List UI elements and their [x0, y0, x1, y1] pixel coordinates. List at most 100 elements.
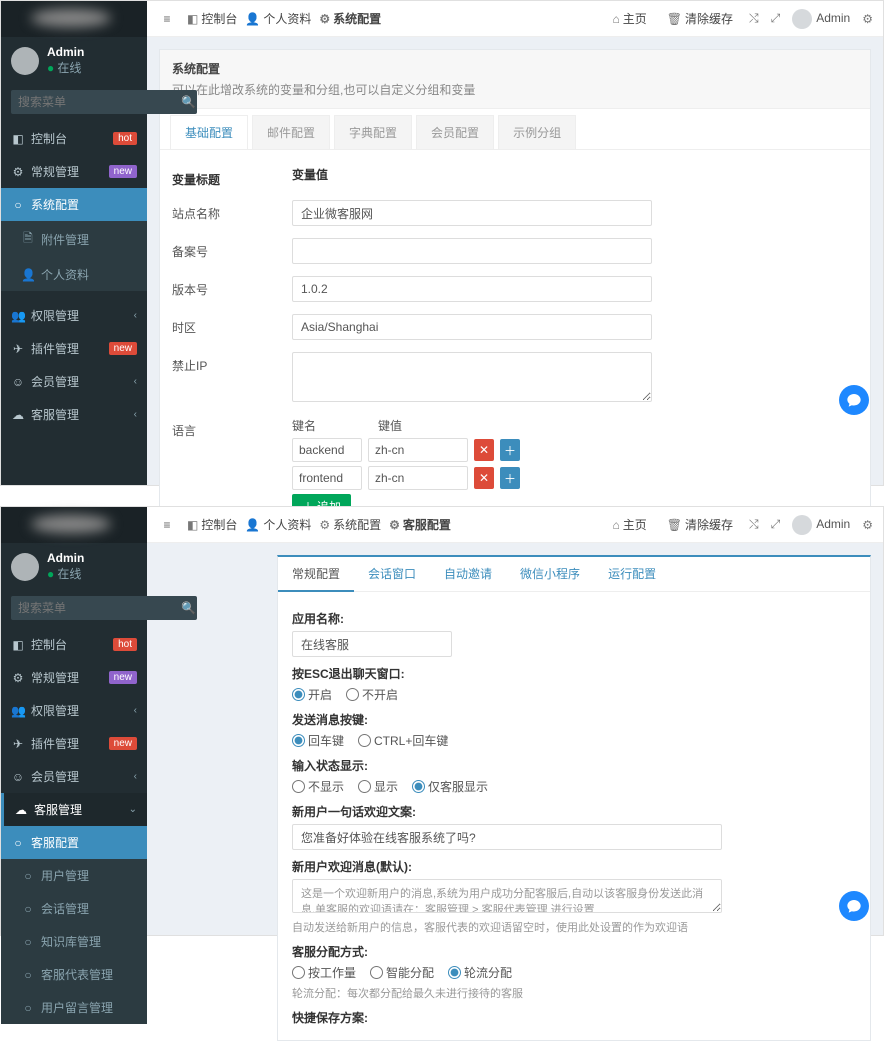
radio-esc-off[interactable]: 不开启: [346, 686, 398, 703]
avatar-icon: [792, 9, 812, 29]
tab-basic[interactable]: 基础配置: [170, 115, 248, 149]
input-welcome2[interactable]: 这是一个欢迎新用户的消息,系统为用户成功分配客服后,自动以该客服身份发送此消息.…: [292, 879, 722, 913]
add-button[interactable]: ＋: [500, 467, 520, 489]
settings-icon[interactable]: ⚙: [862, 518, 873, 532]
sidebar-item-proxy[interactable]: ○客服代表管理: [1, 958, 147, 991]
sidebar-item-attach[interactable]: 🗎附件管理: [1, 221, 147, 258]
settings-icon[interactable]: ⚙: [862, 12, 873, 26]
clearcache-link[interactable]: 🗑清除缓存: [667, 10, 733, 27]
sidebar-item-general[interactable]: ⚙常规管理new: [1, 661, 147, 694]
topbar-user[interactable]: Admin: [792, 515, 850, 535]
topbar: ≡ ◧控制台 👤个人资料 ⚙系统配置 ⚙客服配置 ⌂主页 🗑清除缓存 ⤭ ⤢ A…: [147, 507, 883, 543]
radio-esc-on[interactable]: 开启: [292, 686, 332, 703]
tab-general[interactable]: 常规配置: [278, 557, 354, 592]
kv-key-header: 键名: [292, 417, 372, 434]
sidebar: Admin ● 在线 🔍 ◧控制台hot ⚙常规管理new 👥权限管理‹ ✈插件…: [1, 507, 147, 935]
input-appname[interactable]: [292, 631, 452, 657]
radio-assign-work[interactable]: 按工作量: [292, 964, 356, 981]
kefu-panel: 常规配置 会话窗口 自动邀请 微信小程序 运行配置 应用名称: 按ESC退出聊天…: [277, 555, 871, 1041]
user-panel: Admin ● 在线: [1, 543, 147, 590]
user-name: Admin: [47, 45, 84, 59]
bc-profile[interactable]: 👤个人资料: [245, 10, 311, 27]
trash-icon: 🗑: [667, 12, 682, 26]
shuffle-icon[interactable]: ⤭: [749, 517, 759, 532]
sidebar-item-profile[interactable]: 👤个人资料: [1, 258, 147, 291]
lang-key-input[interactable]: [292, 438, 362, 462]
input-welcome[interactable]: [292, 824, 722, 850]
sidebar-item-console[interactable]: ◧控制台hot: [1, 122, 147, 155]
sidebar-item-sessmgr[interactable]: ○会话管理: [1, 892, 147, 925]
sidebar-item-auth[interactable]: 👥权限管理‹: [1, 299, 147, 332]
search-input[interactable]: [11, 90, 180, 114]
radio-send-ctrl[interactable]: CTRL+回车键: [358, 732, 448, 749]
search-input[interactable]: [11, 596, 180, 620]
menu-toggle-icon[interactable]: ≡: [157, 518, 177, 532]
lang-val-input[interactable]: [368, 466, 468, 490]
input-beian[interactable]: [292, 238, 652, 264]
delete-button[interactable]: ✕: [474, 467, 494, 489]
input-version[interactable]: [292, 276, 652, 302]
add-button[interactable]: ＋: [500, 439, 520, 461]
sidebar-item-kefu[interactable]: ☁客服管理‹: [1, 398, 147, 431]
chat-float-icon[interactable]: [839, 891, 869, 921]
sidebar-item-msgmgr[interactable]: ○用户留言管理: [1, 991, 147, 1024]
clearcache-link[interactable]: 🗑清除缓存: [667, 516, 733, 533]
bc-sysconf[interactable]: ⚙系统配置: [319, 10, 381, 27]
topbar-user[interactable]: Admin: [792, 9, 850, 29]
radio-send-enter[interactable]: 回车键: [292, 732, 344, 749]
kefu-tabs: 常规配置 会话窗口 自动邀请 微信小程序 运行配置: [278, 557, 870, 592]
expand-icon[interactable]: ⤢: [771, 517, 781, 532]
kv-val-header: 键值: [378, 417, 478, 434]
radio-assign-smart[interactable]: 智能分配: [370, 964, 434, 981]
bc-kefuconf[interactable]: ⚙客服配置: [389, 516, 451, 533]
avatar: [11, 47, 39, 75]
tab-sample[interactable]: 示例分组: [498, 115, 576, 149]
radio-typing-kefu[interactable]: 仅客服显示: [412, 778, 488, 795]
tab-member[interactable]: 会员配置: [416, 115, 494, 149]
bc-console[interactable]: ◧控制台: [187, 10, 237, 27]
tab-mail[interactable]: 邮件配置: [252, 115, 330, 149]
sidebar-item-member[interactable]: ☺会员管理‹: [1, 365, 147, 398]
sidebar-item-auth[interactable]: 👥权限管理‹: [1, 694, 147, 727]
sidebar-item-kefu[interactable]: ☁客服管理⌄: [1, 793, 147, 826]
home-icon: ⌂: [612, 12, 619, 26]
expand-icon[interactable]: ⤢: [771, 11, 781, 26]
bc-sysconf[interactable]: ⚙系统配置: [319, 516, 381, 533]
search-button[interactable]: 🔍: [180, 90, 197, 114]
input-timezone[interactable]: [292, 314, 652, 340]
radio-assign-round[interactable]: 轮流分配: [448, 964, 512, 981]
sidebar-item-general[interactable]: ⚙常规管理new: [1, 155, 147, 188]
label-sitename: 站点名称: [172, 200, 292, 222]
sidebar-item-sysconf[interactable]: ○系统配置: [1, 188, 147, 221]
radio-typing-yes[interactable]: 显示: [358, 778, 398, 795]
tab-runtime[interactable]: 运行配置: [594, 557, 670, 591]
sidebar-item-usermgr[interactable]: ○用户管理: [1, 859, 147, 892]
radio-typing-no[interactable]: 不显示: [292, 778, 344, 795]
search-button[interactable]: 🔍: [180, 596, 197, 620]
home-icon: ⌂: [612, 518, 619, 532]
tab-invite[interactable]: 自动邀请: [430, 557, 506, 591]
bc-console[interactable]: ◧控制台: [187, 516, 237, 533]
sidebar-item-console[interactable]: ◧控制台hot: [1, 628, 147, 661]
label-appname: 应用名称:: [292, 610, 856, 627]
label-lang: 语言: [172, 417, 292, 439]
sidebar-item-kbmgr[interactable]: ○知识库管理: [1, 925, 147, 958]
chat-float-icon[interactable]: [839, 385, 869, 415]
home-link[interactable]: ⌂主页: [612, 10, 646, 27]
lang-val-input[interactable]: [368, 438, 468, 462]
sidebar-item-plugin[interactable]: ✈插件管理new: [1, 727, 147, 760]
lang-key-input[interactable]: [292, 466, 362, 490]
sidebar-item-member[interactable]: ☺会员管理‹: [1, 760, 147, 793]
input-forbidip[interactable]: [292, 352, 652, 402]
tab-window[interactable]: 会话窗口: [354, 557, 430, 591]
menu-toggle-icon[interactable]: ≡: [157, 12, 177, 26]
shuffle-icon[interactable]: ⤭: [749, 11, 759, 26]
bc-profile[interactable]: 👤个人资料: [245, 516, 311, 533]
home-link[interactable]: ⌂主页: [612, 516, 646, 533]
sidebar-item-kefuconf[interactable]: ○客服配置: [1, 826, 147, 859]
input-sitename[interactable]: [292, 200, 652, 226]
tab-miniapp[interactable]: 微信小程序: [506, 557, 594, 591]
delete-button[interactable]: ✕: [474, 439, 494, 461]
tab-dict[interactable]: 字典配置: [334, 115, 412, 149]
sidebar-item-plugin[interactable]: ✈插件管理new: [1, 332, 147, 365]
